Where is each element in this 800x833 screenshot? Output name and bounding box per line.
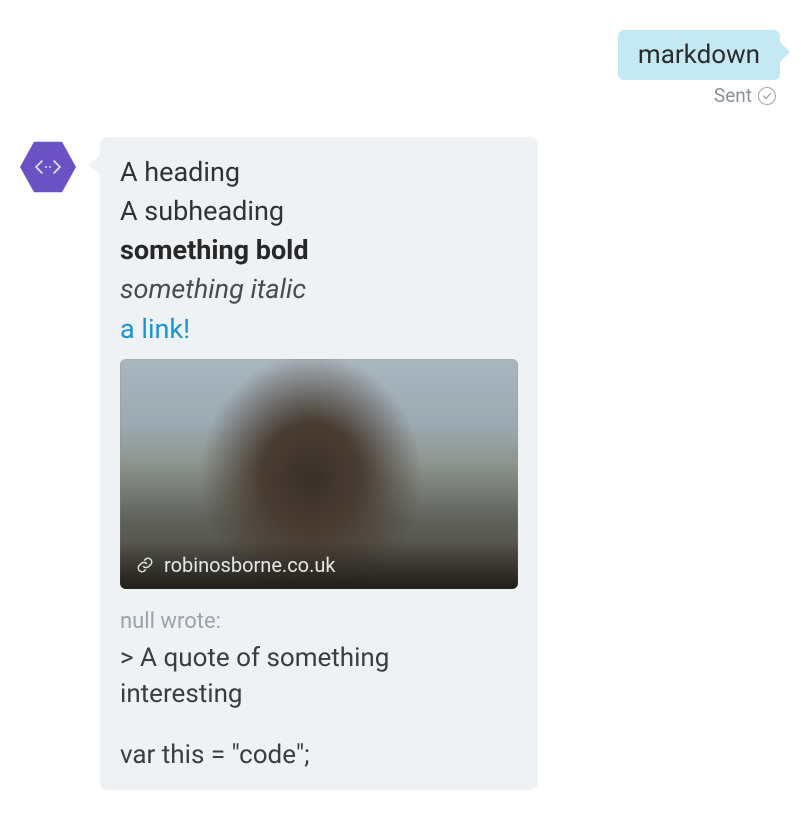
bot-message-row: A heading A subheading something bold so… xyxy=(20,137,780,790)
bot-avatar[interactable] xyxy=(20,139,76,195)
bot-message-bubble: A heading A subheading something bold so… xyxy=(100,137,538,790)
link-preview-card[interactable]: robinosborne.co.uk xyxy=(120,359,518,589)
link-icon xyxy=(136,556,154,574)
quote-body: > A quote of something interesting xyxy=(120,640,518,713)
user-message-row: markdown xyxy=(20,30,780,80)
link-preview-overlay: robinosborne.co.uk xyxy=(120,541,518,589)
markdown-italic: something italic xyxy=(120,270,518,309)
message-status-row: Sent xyxy=(20,84,780,107)
message-status-label: Sent xyxy=(714,84,752,107)
check-circle-icon xyxy=(758,87,776,105)
markdown-subheading: A subheading xyxy=(120,192,518,231)
markdown-bold: something bold xyxy=(120,231,518,270)
user-message-bubble[interactable]: markdown xyxy=(618,30,780,80)
code-hexagon-icon xyxy=(20,139,76,195)
markdown-link[interactable]: a link! xyxy=(120,310,518,349)
code-block: var this = "code"; xyxy=(120,740,518,770)
quote-author: null wrote: xyxy=(120,609,518,634)
chat-container: markdown Sent A heading A subheading som… xyxy=(0,0,800,790)
link-preview-source: robinosborne.co.uk xyxy=(164,553,336,577)
user-message-text: markdown xyxy=(638,40,760,70)
markdown-heading: A heading xyxy=(120,153,518,192)
